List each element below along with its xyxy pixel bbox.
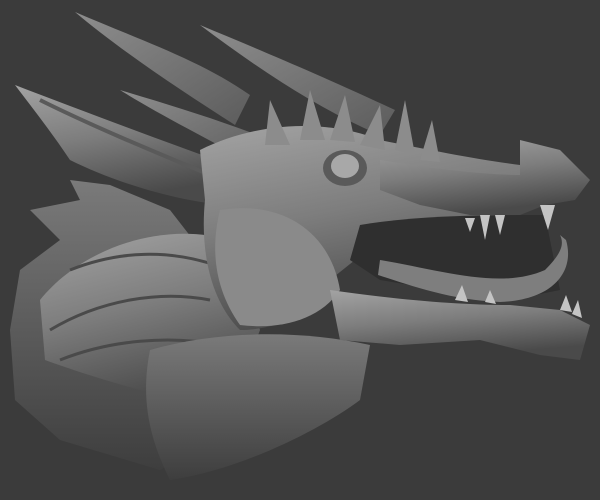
- render-viewport: [0, 0, 600, 500]
- eye: [331, 154, 359, 178]
- dragon-sculpt: [0, 0, 600, 500]
